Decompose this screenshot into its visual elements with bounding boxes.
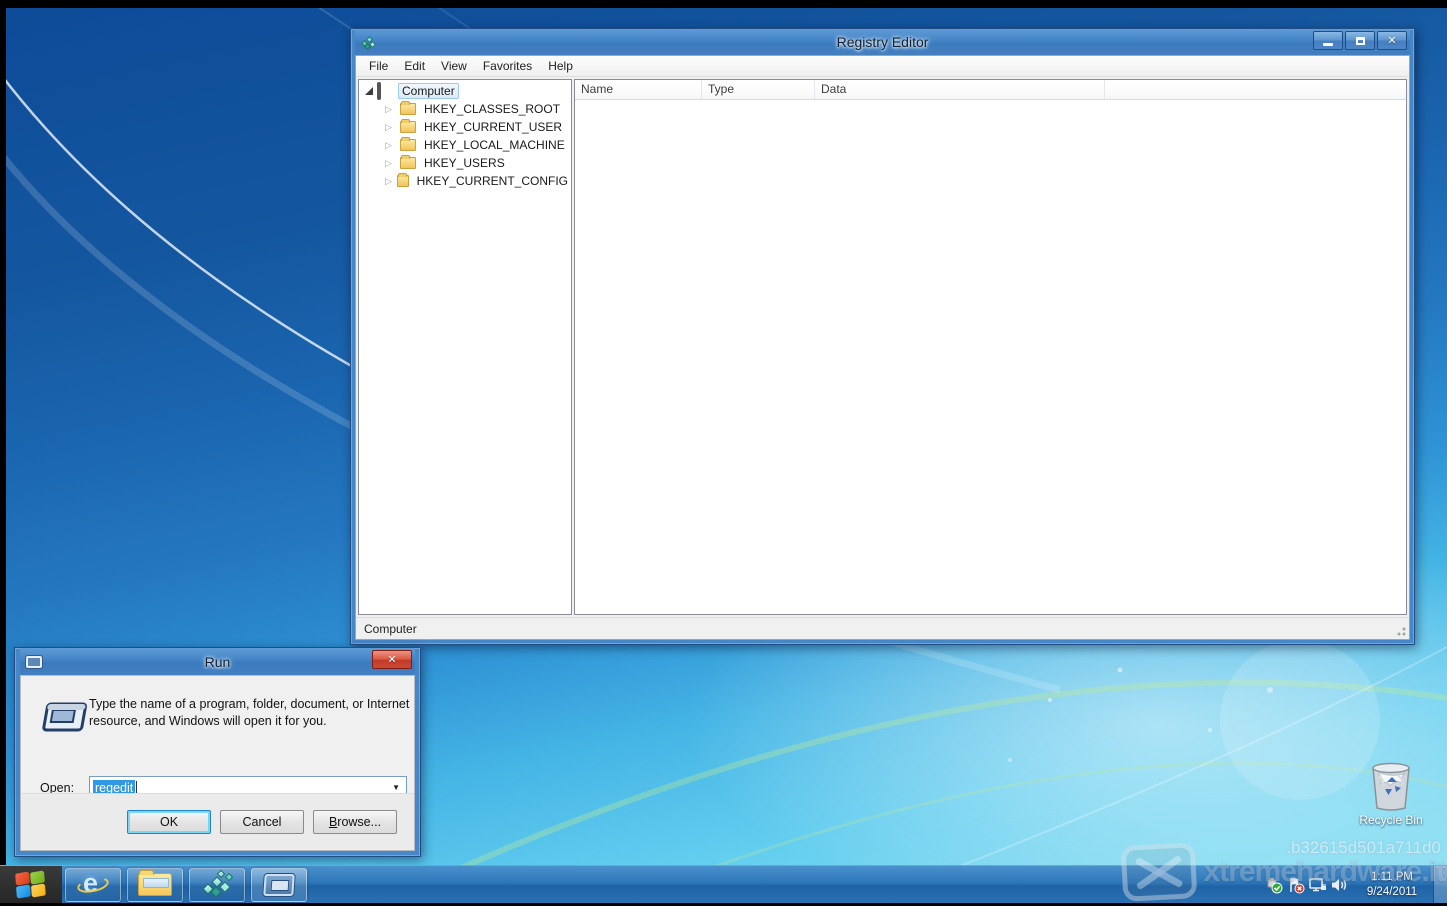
column-header-type[interactable]: Type: [702, 80, 815, 99]
windows-logo-icon: [15, 870, 47, 898]
registry-editor-titlebar[interactable]: Registry Editor ✕: [355, 29, 1410, 55]
safely-remove-hardware-icon[interactable]: [1263, 866, 1285, 904]
folder-icon: [400, 157, 416, 169]
values-list-empty[interactable]: [575, 100, 1406, 614]
collapsed-arrow-icon[interactable]: ▷: [385, 140, 397, 151]
clock-date: 9/24/2011: [1355, 885, 1429, 900]
tree-node-hkey-users[interactable]: ▷ HKEY_USERS: [359, 154, 571, 172]
column-header-name[interactable]: Name: [575, 80, 702, 99]
registry-editor-icon: [202, 871, 232, 899]
ok-button[interactable]: OK: [127, 810, 211, 834]
action-center-flag-icon[interactable]: [1285, 866, 1307, 904]
column-header-data[interactable]: Data: [815, 80, 1105, 99]
run-window-icon: [263, 874, 295, 896]
tree-node-hkey-classes-root[interactable]: ▷ HKEY_CLASSES_ROOT: [359, 100, 571, 118]
dropdown-arrow-icon[interactable]: ▼: [392, 783, 400, 792]
start-button[interactable]: [0, 866, 62, 904]
taskbar-item-run[interactable]: [251, 868, 307, 902]
menu-favorites[interactable]: Favorites: [476, 57, 539, 75]
close-icon: ✕: [1387, 34, 1396, 47]
run-message: Type the name of a program, folder, docu…: [89, 696, 411, 729]
show-desktop-button[interactable]: [1433, 866, 1447, 904]
cancel-button[interactable]: Cancel: [220, 810, 304, 834]
maximize-button[interactable]: [1345, 31, 1375, 50]
menu-file[interactable]: File: [362, 57, 395, 75]
tree-node-label[interactable]: HKEY_USERS: [421, 156, 508, 170]
window-title: Registry Editor: [355, 34, 1410, 50]
clock-time: 1:11 PM: [1355, 870, 1429, 885]
folder-icon: [400, 103, 416, 115]
minimize-icon: [1323, 43, 1333, 46]
tree-node-label[interactable]: HKEY_LOCAL_MACHINE: [421, 138, 568, 152]
menu-help[interactable]: Help: [541, 57, 580, 75]
registry-values-pane: Name Type Data: [574, 79, 1407, 615]
tree-node-label[interactable]: Computer: [398, 83, 459, 99]
collapsed-arrow-icon[interactable]: ▷: [385, 176, 394, 187]
column-header-blank: [1105, 80, 1406, 99]
tree-node-computer[interactable]: Computer: [359, 82, 571, 100]
desktop: Recycle Bin .b32615d501a711d0 Registry E…: [0, 0, 1447, 906]
system-tray: 1:11 PM 9/24/2011: [1263, 866, 1447, 904]
taskbar-item-registry-editor[interactable]: [189, 868, 245, 902]
maximize-icon: [1356, 37, 1365, 45]
resize-grip[interactable]: [1394, 624, 1407, 637]
menu-view[interactable]: View: [434, 57, 474, 75]
registry-editor-window: Registry Editor ✕ File Edit View Favorit…: [350, 28, 1415, 645]
collapsed-arrow-icon[interactable]: ▷: [385, 104, 397, 115]
browse-button[interactable]: Browse...: [313, 810, 397, 834]
tree-node-hkey-local-machine[interactable]: ▷ HKEY_LOCAL_MACHINE: [359, 136, 571, 154]
build-watermark: .b32615d501a711d0: [1286, 838, 1441, 858]
taskbar-clock[interactable]: 1:11 PM 9/24/2011: [1355, 870, 1429, 900]
list-column-headers: Name Type Data: [575, 80, 1406, 100]
recycle-bin-label: Recycle Bin: [1352, 813, 1430, 827]
taskbar: e: [0, 865, 1447, 903]
status-text: Computer: [364, 622, 417, 636]
network-icon[interactable]: [1307, 866, 1329, 904]
taskbar-item-internet-explorer[interactable]: e: [65, 868, 121, 902]
screen-edge-top: [0, 0, 1447, 8]
run-window-icon: [39, 698, 87, 743]
internet-explorer-icon: e: [78, 871, 108, 899]
tree-node-label[interactable]: HKEY_CLASSES_ROOT: [421, 102, 563, 116]
recycle-bin-icon: [1365, 756, 1417, 812]
tree-node-hkey-current-config[interactable]: ▷ HKEY_CURRENT_CONFIG: [359, 172, 571, 190]
run-dialog: Run ✕ Type the name of a program, folder…: [14, 647, 421, 857]
run-titlebar[interactable]: Run ✕: [20, 648, 415, 675]
folder-icon: [400, 139, 416, 151]
tree-node-label[interactable]: HKEY_CURRENT_USER: [421, 120, 565, 134]
collapsed-arrow-icon[interactable]: ▷: [385, 158, 397, 169]
folder-icon: [400, 121, 416, 133]
run-title: Run: [20, 654, 415, 670]
computer-icon: [377, 84, 394, 98]
registry-tree-pane: Computer ▷ HKEY_CLASSES_ROOT ▷ HKEY_CURR…: [358, 79, 572, 615]
tree-node-label[interactable]: HKEY_CURRENT_CONFIG: [414, 174, 571, 188]
collapsed-arrow-icon[interactable]: ▷: [385, 122, 397, 133]
status-bar: Computer: [356, 617, 1409, 639]
screen-edge-left: [0, 0, 6, 865]
expanded-arrow-icon[interactable]: [365, 87, 373, 95]
menu-bar: File Edit View Favorites Help: [356, 56, 1409, 77]
file-explorer-icon: [138, 873, 172, 896]
volume-icon[interactable]: [1329, 866, 1351, 904]
menu-edit[interactable]: Edit: [397, 57, 432, 75]
folder-icon: [397, 175, 409, 187]
recycle-bin-desktop-icon[interactable]: Recycle Bin: [1352, 756, 1430, 827]
close-icon: ✕: [387, 653, 396, 666]
run-close-button[interactable]: ✕: [372, 650, 412, 669]
taskbar-item-file-explorer[interactable]: [127, 868, 183, 902]
tree-node-hkey-current-user[interactable]: ▷ HKEY_CURRENT_USER: [359, 118, 571, 136]
minimize-button[interactable]: [1313, 31, 1343, 50]
close-button[interactable]: ✕: [1377, 31, 1407, 50]
